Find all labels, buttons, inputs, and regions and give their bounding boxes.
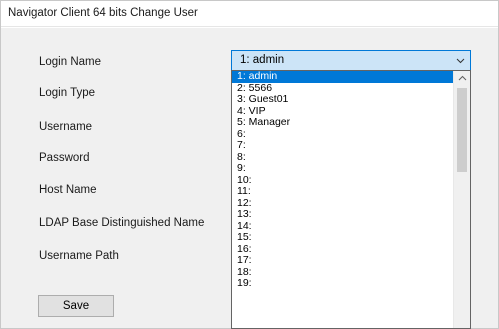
password-label: Password xyxy=(39,152,90,164)
chevron-up-icon xyxy=(458,75,467,81)
dropdown-option[interactable]: 12: xyxy=(232,197,453,210)
dropdown-option[interactable]: 13: xyxy=(232,208,453,221)
dropdown-option[interactable]: 15: xyxy=(232,231,453,244)
dropdown-option[interactable]: 18: xyxy=(232,266,453,279)
dropdown-option[interactable]: 7: xyxy=(232,139,453,152)
dropdown-option[interactable]: 1: admin xyxy=(232,71,453,83)
login-name-label: Login Name xyxy=(39,56,102,68)
dropdown-option[interactable]: 6: xyxy=(232,128,453,141)
dropdown-option[interactable]: 11: xyxy=(232,185,453,198)
login-type-label: Login Type xyxy=(39,87,96,99)
chevron-down-icon xyxy=(456,58,465,64)
dropdown-option[interactable]: 19: xyxy=(232,277,453,290)
dropdown-option[interactable]: 8: xyxy=(232,151,453,164)
login-name-dropdown-list: 1: admin 2: 5566 3: Guest01 4: VIP 5: Manage… xyxy=(231,70,471,329)
save-button[interactable]: Save xyxy=(38,295,114,317)
username-label: Username xyxy=(39,121,93,133)
dropdown-option[interactable]: 14: xyxy=(232,220,453,233)
host-name-label: Host Name xyxy=(39,184,97,196)
login-name-combobox[interactable]: 1: admin xyxy=(231,50,471,71)
title-bar[interactable]: Navigator Client 64 bits Change User xyxy=(1,1,498,27)
scroll-up-button[interactable] xyxy=(454,71,470,86)
scrollbar-thumb[interactable] xyxy=(457,88,467,172)
dropdown-option[interactable]: 17: xyxy=(232,254,453,267)
window-title: Navigator Client 64 bits Change User xyxy=(8,7,198,19)
dropdown-option[interactable]: 10: xyxy=(232,174,453,187)
dropdown-option[interactable]: 5: Manager xyxy=(232,116,453,129)
username-path-label: Username Path xyxy=(39,250,119,262)
ldap-base-dn-label: LDAP Base Distinguished Name xyxy=(39,217,205,229)
option-list: 1: admin 2: 5566 3: Guest01 4: VIP 5: Manage… xyxy=(232,71,453,290)
login-name-selected-value: 1: admin xyxy=(240,54,285,66)
dropdown-option[interactable]: 16: xyxy=(232,243,453,256)
dropdown-option[interactable]: 3: Guest01 xyxy=(232,93,453,106)
dropdown-scrollbar[interactable] xyxy=(453,71,470,328)
dropdown-option[interactable]: 9: xyxy=(232,162,453,175)
